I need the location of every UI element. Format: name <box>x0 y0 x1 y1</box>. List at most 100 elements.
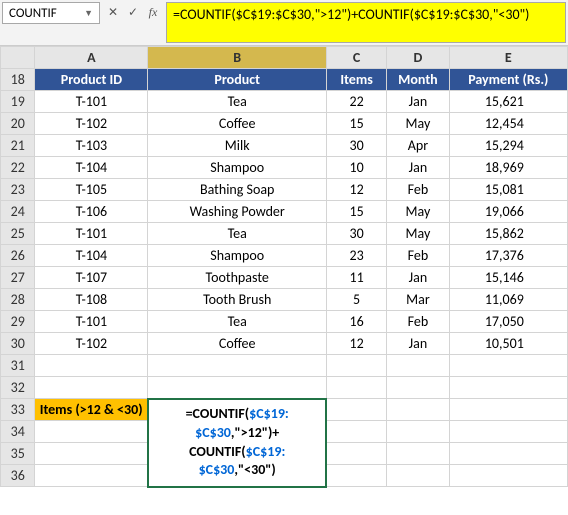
cell-product-id[interactable]: T-102 <box>35 113 148 135</box>
cell-product-id[interactable]: T-108 <box>35 289 148 311</box>
cell-items[interactable]: 12 <box>326 333 386 355</box>
row-header[interactable]: 24 <box>1 201 35 223</box>
cell-product-id[interactable]: T-101 <box>35 223 148 245</box>
col-header-a[interactable]: A <box>35 47 148 69</box>
cell-product[interactable]: Tea <box>148 311 327 333</box>
cell-product[interactable]: Tooth Brush <box>148 289 327 311</box>
cell-payment[interactable]: 11,069 <box>449 289 567 311</box>
cell-product[interactable]: Tea <box>148 91 327 113</box>
chevron-down-icon[interactable]: ▼ <box>84 8 93 19</box>
row-header[interactable]: 18 <box>1 69 35 91</box>
col-header-b[interactable]: B <box>148 47 327 69</box>
cell-payment[interactable]: 19,066 <box>449 201 567 223</box>
col-header-d[interactable]: D <box>387 47 449 69</box>
cell-items[interactable]: 15 <box>326 113 386 135</box>
row-header[interactable]: 26 <box>1 245 35 267</box>
cell-month[interactable]: May <box>387 201 449 223</box>
row-header[interactable]: 23 <box>1 179 35 201</box>
cell-product[interactable]: Bathing Soap <box>148 179 327 201</box>
cell-product[interactable]: Toothpaste <box>148 267 327 289</box>
cell-product-id[interactable]: T-104 <box>35 245 148 267</box>
cell-month[interactable]: Jan <box>387 267 449 289</box>
cell-month[interactable]: Jan <box>387 333 449 355</box>
cell-payment[interactable]: 15,621 <box>449 91 567 113</box>
row-header[interactable]: 30 <box>1 333 35 355</box>
row-header[interactable]: 21 <box>1 135 35 157</box>
table-header[interactable]: Payment (Rs.) <box>449 69 567 91</box>
cell-payment[interactable]: 10,501 <box>449 333 567 355</box>
table-header[interactable]: Items <box>326 69 386 91</box>
cell-month[interactable]: May <box>387 113 449 135</box>
row-header[interactable]: 22 <box>1 157 35 179</box>
cell-product[interactable]: Coffee <box>148 113 327 135</box>
cell-product-id[interactable]: T-105 <box>35 179 148 201</box>
cell-month[interactable]: Feb <box>387 245 449 267</box>
table-header[interactable]: Month <box>387 69 449 91</box>
row-header[interactable]: 19 <box>1 91 35 113</box>
cell-items[interactable]: 30 <box>326 135 386 157</box>
row-header[interactable]: 35 <box>1 443 35 465</box>
cell-items[interactable]: 12 <box>326 179 386 201</box>
cell-payment[interactable]: 15,294 <box>449 135 567 157</box>
table-header[interactable]: Product ID <box>35 69 148 91</box>
cell-product-id[interactable]: T-102 <box>35 333 148 355</box>
cell-month[interactable]: May <box>387 223 449 245</box>
row-header[interactable]: 36 <box>1 465 35 487</box>
cell-product-id[interactable]: T-106 <box>35 201 148 223</box>
cell-month[interactable]: Mar <box>387 289 449 311</box>
cell-items[interactable]: 10 <box>326 157 386 179</box>
cell-payment[interactable]: 17,050 <box>449 311 567 333</box>
enter-icon[interactable]: ✓ <box>124 5 142 20</box>
cell-items[interactable]: 5 <box>326 289 386 311</box>
formula-result-cell[interactable]: =COUNTIF($C$19: $C$30,">12")+ COUNTIF($C… <box>148 399 327 487</box>
cell-product-id[interactable]: T-101 <box>35 311 148 333</box>
cell-month[interactable]: Jan <box>387 157 449 179</box>
cell-month[interactable]: Feb <box>387 179 449 201</box>
cell-items[interactable]: 30 <box>326 223 386 245</box>
cell-items[interactable]: 22 <box>326 91 386 113</box>
cell-product[interactable]: Shampoo <box>148 157 327 179</box>
formula-line: =COUNTIF($C$19: <box>155 405 320 424</box>
formula-bar[interactable]: =COUNTIF($C$19:$C$30,">12")+COUNTIF($C$1… <box>166 2 566 43</box>
cell-product[interactable]: Washing Powder <box>148 201 327 223</box>
cell-month[interactable]: Jan <box>387 91 449 113</box>
cell-payment[interactable]: 12,454 <box>449 113 567 135</box>
cell-product[interactable]: Tea <box>148 223 327 245</box>
select-all-corner[interactable] <box>1 47 35 69</box>
cell-product[interactable]: Coffee <box>148 333 327 355</box>
row-header[interactable]: 28 <box>1 289 35 311</box>
cell-product-id[interactable]: T-101 <box>35 91 148 113</box>
cancel-icon[interactable]: ✕ <box>104 5 122 20</box>
row-header[interactable]: 31 <box>1 355 35 377</box>
cell-payment[interactable]: 18,969 <box>449 157 567 179</box>
row-header[interactable]: 27 <box>1 267 35 289</box>
col-header-c[interactable]: C <box>326 47 386 69</box>
spreadsheet-grid[interactable]: A B C D E 18 Product ID Product Items Mo… <box>0 46 568 488</box>
cell-product-id[interactable]: T-103 <box>35 135 148 157</box>
cell-month[interactable]: Feb <box>387 311 449 333</box>
cell-items[interactable]: 16 <box>326 311 386 333</box>
cell-payment[interactable]: 15,146 <box>449 267 567 289</box>
table-header[interactable]: Product <box>148 69 327 91</box>
cell-items[interactable]: 11 <box>326 267 386 289</box>
row-header[interactable]: 25 <box>1 223 35 245</box>
fx-icon[interactable]: fx <box>144 5 162 20</box>
row-header[interactable]: 32 <box>1 377 35 399</box>
cell-payment[interactable]: 15,862 <box>449 223 567 245</box>
cell-product-id[interactable]: T-104 <box>35 157 148 179</box>
row-header[interactable]: 29 <box>1 311 35 333</box>
cell-product-id[interactable]: T-107 <box>35 267 148 289</box>
cell-items[interactable]: 15 <box>326 201 386 223</box>
row-header[interactable]: 20 <box>1 113 35 135</box>
cell-product[interactable]: Shampoo <box>148 245 327 267</box>
cell-payment[interactable]: 15,081 <box>449 179 567 201</box>
cell-payment[interactable]: 17,376 <box>449 245 567 267</box>
criteria-label[interactable]: Items (>12 & <30) <box>35 399 148 421</box>
row-header[interactable]: 34 <box>1 421 35 443</box>
name-box[interactable]: COUNTIF ▼ <box>2 2 100 24</box>
cell-product[interactable]: Milk <box>148 135 327 157</box>
cell-month[interactable]: Apr <box>387 135 449 157</box>
row-header[interactable]: 33 <box>1 399 35 421</box>
col-header-e[interactable]: E <box>449 47 567 69</box>
cell-items[interactable]: 23 <box>326 245 386 267</box>
